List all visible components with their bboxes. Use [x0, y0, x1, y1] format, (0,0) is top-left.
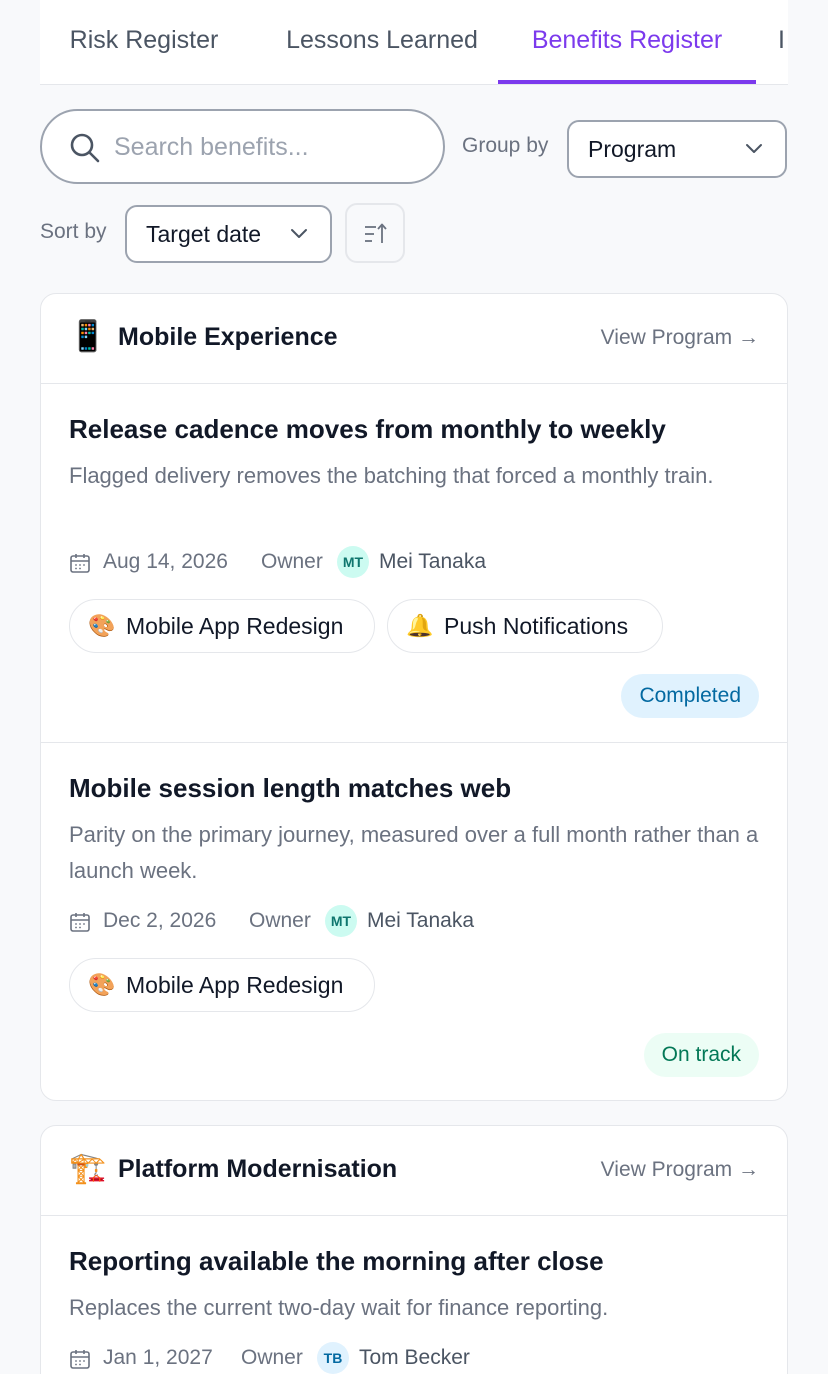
sort-by-label: Sort by [40, 220, 107, 243]
calendar-icon [70, 554, 90, 573]
benefit-title: Mobile session length matches web [69, 773, 512, 803]
project-chip-label: Mobile App Redesign [126, 613, 344, 639]
benefit-title: Reporting available the morning after cl… [69, 1246, 604, 1276]
bell-icon: 🔔 [406, 613, 434, 638]
benefit-title: Release cadence moves from monthly to we… [69, 414, 666, 444]
benefit-item[interactable]: Release cadence moves from monthly to we… [41, 384, 787, 743]
chevron-down-icon [746, 144, 762, 153]
target-date: Dec 2, 2026 [103, 909, 217, 932]
benefit-description: Flagged delivery removes the batching th… [69, 463, 714, 488]
benefit-item[interactable]: Mobile session length matches web Parity… [41, 743, 787, 1100]
tab-risk-register[interactable]: Risk Register [40, 0, 248, 84]
benefit-description: Replaces the current two-day wait for fi… [69, 1295, 609, 1320]
benefit-description: Parity on the primary journey, measured … [69, 822, 759, 883]
avatar: TB [317, 1342, 349, 1374]
project-chip[interactable]: 🔔 Push Notifications [387, 599, 663, 653]
program-header: 📱 Mobile Experience View Program → [41, 294, 787, 384]
owner-label: Owner [249, 909, 311, 932]
owner-label: Owner [261, 550, 323, 573]
owner-name: Mei Tanaka [367, 909, 475, 932]
palette-icon: 🎨 [88, 972, 116, 997]
program-title: Platform Modernisation [118, 1155, 398, 1183]
search-input[interactable] [114, 121, 424, 173]
target-date: Aug 14, 2026 [103, 550, 228, 573]
sort-by-value: Target date [146, 221, 262, 247]
program-header: 🏗️ Platform Modernisation View Program → [41, 1126, 787, 1216]
group-by-select[interactable]: Program [567, 120, 787, 178]
construction-crane-icon: 🏗️ [69, 1152, 107, 1185]
search-box[interactable] [40, 109, 445, 184]
benefits-register-page: Risk Register Lessons Learned Benefits R… [0, 0, 828, 1374]
tab-overflow[interactable]: I [778, 0, 788, 84]
owner-name: Mei Tanaka [379, 550, 487, 573]
tab-benefits-register[interactable]: Benefits Register [498, 0, 756, 84]
mobile-phone-icon: 📱 [69, 320, 107, 353]
group-by-value: Program [588, 136, 677, 162]
avatar: MT [325, 905, 357, 937]
program-group-card: 📱 Mobile Experience View Program → Relea… [40, 293, 788, 1101]
status-badge: Completed [621, 674, 759, 718]
tab-bar: Risk Register Lessons Learned Benefits R… [40, 0, 788, 85]
benefit-item[interactable]: Reporting available the morning after cl… [41, 1216, 787, 1374]
sort-direction-button[interactable] [345, 203, 405, 263]
status-badge: On track [643, 1033, 759, 1077]
palette-icon: 🎨 [88, 613, 116, 638]
calendar-icon [70, 913, 90, 932]
chevron-down-icon [291, 229, 307, 238]
group-by-label: Group by [462, 134, 549, 157]
avatar: MT [337, 546, 369, 578]
project-chip-label: Push Notifications [444, 613, 629, 639]
project-chip-label: Mobile App Redesign [126, 972, 344, 998]
project-chip[interactable]: 🎨 Mobile App Redesign [69, 958, 375, 1012]
target-date: Jan 1, 2027 [103, 1346, 213, 1369]
owner-name: Tom Becker [359, 1346, 470, 1369]
owner-label: Owner [241, 1346, 303, 1369]
program-title: Mobile Experience [118, 323, 338, 351]
sort-by-select[interactable]: Target date [125, 205, 332, 263]
search-icon [70, 133, 100, 163]
project-chip[interactable]: 🎨 Mobile App Redesign [69, 599, 375, 653]
calendar-icon [70, 1350, 90, 1369]
sort-ascending-icon [365, 223, 387, 243]
program-group-card: 🏗️ Platform Modernisation View Program →… [40, 1125, 788, 1374]
tab-lessons-learned[interactable]: Lessons Learned [258, 0, 506, 84]
view-program-link[interactable]: View Program → [601, 326, 759, 350]
view-program-link[interactable]: View Program → [601, 1158, 759, 1182]
